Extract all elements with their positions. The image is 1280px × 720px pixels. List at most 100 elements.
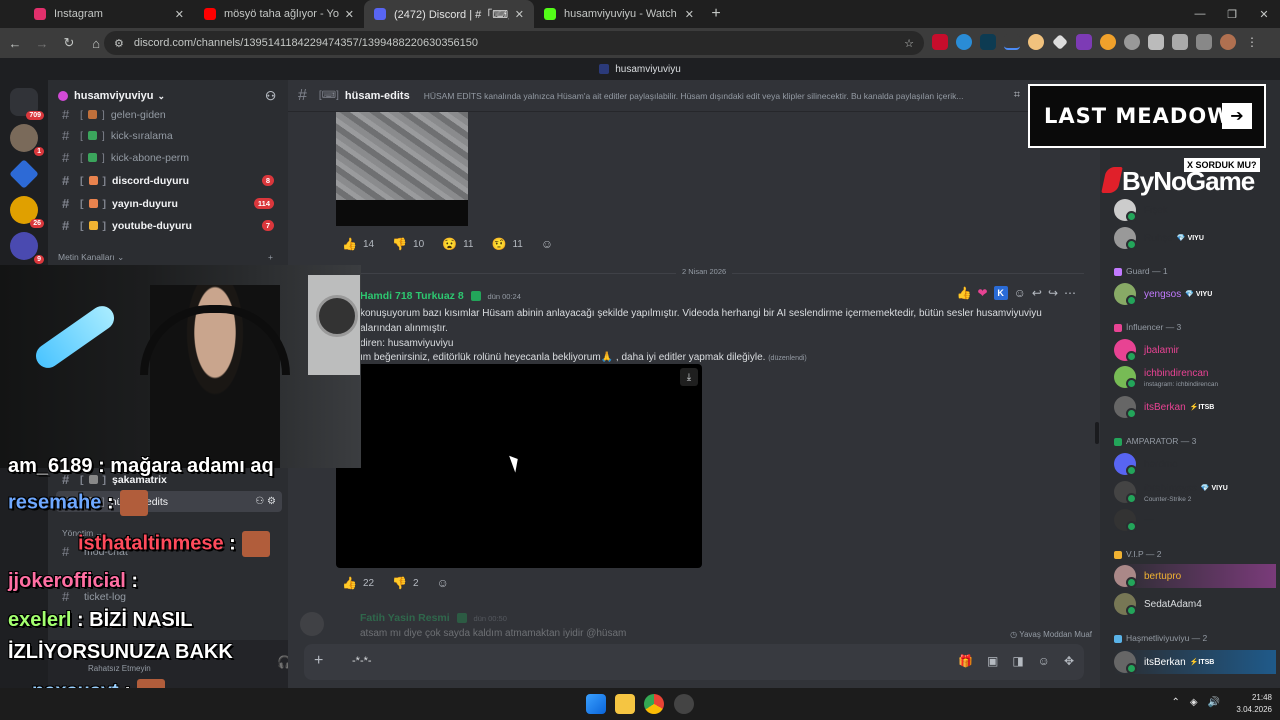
author-name[interactable]: Fatih Yasin Resmi	[360, 612, 450, 624]
forward-icon[interactable]: ↪	[1048, 286, 1058, 300]
tab-instagram[interactable]: Instagram ✕	[24, 0, 194, 28]
reaction-anguished[interactable]: 😧 11	[436, 234, 479, 254]
author-name[interactable]: Hamdi 718 Turkuaz 8	[360, 290, 464, 302]
chrome-icon[interactable]	[644, 694, 664, 714]
extension-icon[interactable]	[980, 34, 996, 50]
threads-icon[interactable]: ⌗	[1014, 89, 1020, 102]
member-item[interactable]: herdmo	[1114, 452, 1276, 476]
headset-icon[interactable]: 🎧	[277, 655, 288, 669]
download-icon[interactable]: ⤓	[680, 368, 698, 386]
reload-icon[interactable]: ↻	[57, 31, 81, 55]
channel-settings-icon[interactable]: ⚇ ⚙	[255, 496, 276, 507]
channel-gelen-giden[interactable]: #[ ] gelen-giden	[56, 104, 282, 125]
server-icon[interactable]: 26	[10, 196, 44, 228]
emoji-icon[interactable]: ☺	[1038, 654, 1050, 668]
new-tab-icon[interactable]: +	[704, 5, 728, 23]
channel-discord-duyuru[interactable]: #[ ] discord-duyuru 8	[56, 170, 282, 191]
sidepanel-icon[interactable]	[1196, 34, 1212, 50]
extension-icon[interactable]	[1124, 34, 1140, 50]
channel-youtube-duyuru[interactable]: #[ ] youtube-duyuru 7	[56, 215, 282, 236]
shield-icon[interactable]	[1148, 34, 1164, 50]
reaction-raised-eyebrow[interactable]: 🤨 11	[486, 234, 529, 254]
member-item[interactable]: bertupro	[1114, 564, 1276, 588]
extension-icon[interactable]	[1100, 34, 1116, 50]
extension-abp-icon[interactable]	[932, 34, 948, 50]
add-channel-icon[interactable]: +	[268, 252, 273, 262]
discord-app-icon[interactable]	[674, 694, 694, 714]
menu-icon[interactable]: ⋮	[1244, 34, 1260, 50]
gift-icon[interactable]: 🎁	[958, 654, 973, 668]
tab-discord[interactable]: (2472) Discord | #「⌨」hüsam-edits ✕	[364, 0, 534, 28]
reaction-thumbs-down[interactable]: 👎 10	[386, 234, 430, 254]
channel-kick-abone-perm[interactable]: #[ ] kick-abone-perm	[56, 147, 282, 168]
network-icon[interactable]: ◈	[1190, 697, 1198, 708]
extension-icon[interactable]	[1052, 34, 1068, 50]
gif-icon[interactable]: ▣	[987, 654, 998, 668]
site-info-icon[interactable]: ⚙	[114, 37, 124, 50]
apps-icon[interactable]: ✥	[1064, 654, 1074, 668]
address-bar[interactable]: ⚙ discord.com/channels/13951411842294743…	[104, 31, 924, 55]
windows-start-icon[interactable]	[586, 694, 606, 714]
sticker-icon[interactable]: ◨	[1012, 654, 1023, 668]
puzzle-icon[interactable]	[1172, 34, 1188, 50]
invite-icon[interactable]: ⚇	[265, 89, 276, 103]
channel-topic[interactable]: HÜSAM EDİTS kanalında yalnızca Hüsam'a a…	[424, 91, 994, 101]
add-reaction-button[interactable]: ☺	[535, 234, 559, 254]
close-icon[interactable]: ✕	[175, 8, 184, 21]
close-icon[interactable]: ✕	[515, 8, 524, 21]
back-icon[interactable]: ←	[3, 31, 27, 55]
composer-text[interactable]: -*-*-	[352, 655, 372, 667]
server-icon[interactable]: 1	[10, 124, 44, 156]
member-item[interactable]: ichbindirencan instagram: ichbindirencan	[1114, 365, 1276, 389]
forward-icon[interactable]: →	[30, 31, 54, 55]
file-explorer-icon[interactable]	[615, 694, 635, 714]
bookmark-star-icon[interactable]: ☆	[904, 37, 914, 50]
member-item[interactable]: SedatAdam4	[1114, 592, 1276, 616]
extension-icon[interactable]	[956, 34, 972, 50]
server-icon[interactable]	[9, 159, 39, 189]
k-emoji-icon[interactable]: K	[993, 286, 1008, 300]
channel-husam-edits[interactable]: #[ ] hüsam-edits ⚇ ⚙	[56, 491, 282, 512]
minimize-icon[interactable]: —	[1184, 0, 1216, 28]
chat-scrollbar[interactable]	[1095, 422, 1099, 444]
member-item[interactable]: itsBerkan ⚡ITSB	[1114, 395, 1276, 419]
home-button[interactable]: 709	[10, 88, 44, 120]
channel-ticket-log[interactable]: # ticket-log	[56, 586, 282, 607]
avatar[interactable]	[300, 612, 324, 636]
upload-plus-icon[interactable]: +	[314, 652, 323, 670]
add-reaction-button[interactable]: ☺	[431, 573, 455, 593]
member-item[interactable]: jbalamir	[1114, 338, 1276, 362]
channel-kick-siralama[interactable]: #[ ] kick-sıralama	[56, 125, 282, 146]
category-yonetim[interactable]: Yönetim ⌄	[62, 528, 103, 539]
member-item[interactable]: —	[1114, 508, 1276, 532]
reaction-thumbs-down[interactable]: 👎 2	[386, 573, 425, 593]
maximize-icon[interactable]: ❐	[1216, 0, 1248, 28]
more-icon[interactable]: ⋯	[1064, 286, 1076, 300]
category-metin-kanallari[interactable]: Metin Kanalları ⌄ +	[58, 252, 273, 263]
volume-icon[interactable]: 🔊	[1208, 697, 1220, 708]
reaction-thumbs-up[interactable]: 👍 22	[336, 573, 380, 593]
message-author[interactable]: Fatih Yasin Resmi dün 00:50	[360, 612, 507, 624]
channel-mod-chat[interactable]: # mod-chat	[56, 541, 282, 562]
server-icon[interactable]: 9	[10, 232, 44, 264]
member-item[interactable]: yengsos 💎 VIYU	[1114, 282, 1276, 306]
member-item[interactable]: itsBerkan ⚡ITSB	[1114, 650, 1276, 674]
extension-icon[interactable]	[1028, 34, 1044, 50]
member-item[interactable]: ibrahimsyss 💎 VIYU Counter-Strike 2	[1114, 480, 1276, 504]
member-item[interactable]: Ruhşe 💎 VIYU	[1114, 226, 1276, 250]
extension-icon[interactable]	[1004, 34, 1020, 50]
channel-sakamatrix[interactable]: #[ ] şakamatrix	[56, 469, 282, 490]
add-reaction-icon[interactable]: ☺	[1014, 286, 1026, 300]
profile-avatar[interactable]	[1220, 34, 1236, 50]
channel-yayin-duyuru[interactable]: #[ ] yayın-duyuru 114	[56, 193, 282, 214]
reaction-thumbs-up[interactable]: 👍 14	[336, 234, 380, 254]
tab-youtube[interactable]: mösyö taha ağlıyor - YouTube ✕	[194, 0, 364, 28]
reply-icon[interactable]: ↩	[1032, 286, 1042, 300]
attachment-image[interactable]	[336, 112, 468, 200]
message-composer[interactable]: + -*-*- 🎁 ▣ ◨ ☺ ✥	[304, 644, 1084, 680]
clock[interactable]: 21:48 3.04.2026	[1236, 692, 1272, 716]
close-window-icon[interactable]: ✕	[1248, 0, 1280, 28]
extension-icon[interactable]	[1076, 34, 1092, 50]
member-item[interactable]: Fişek	[1114, 198, 1276, 222]
thumbs-up-icon[interactable]: 👍	[957, 286, 972, 300]
